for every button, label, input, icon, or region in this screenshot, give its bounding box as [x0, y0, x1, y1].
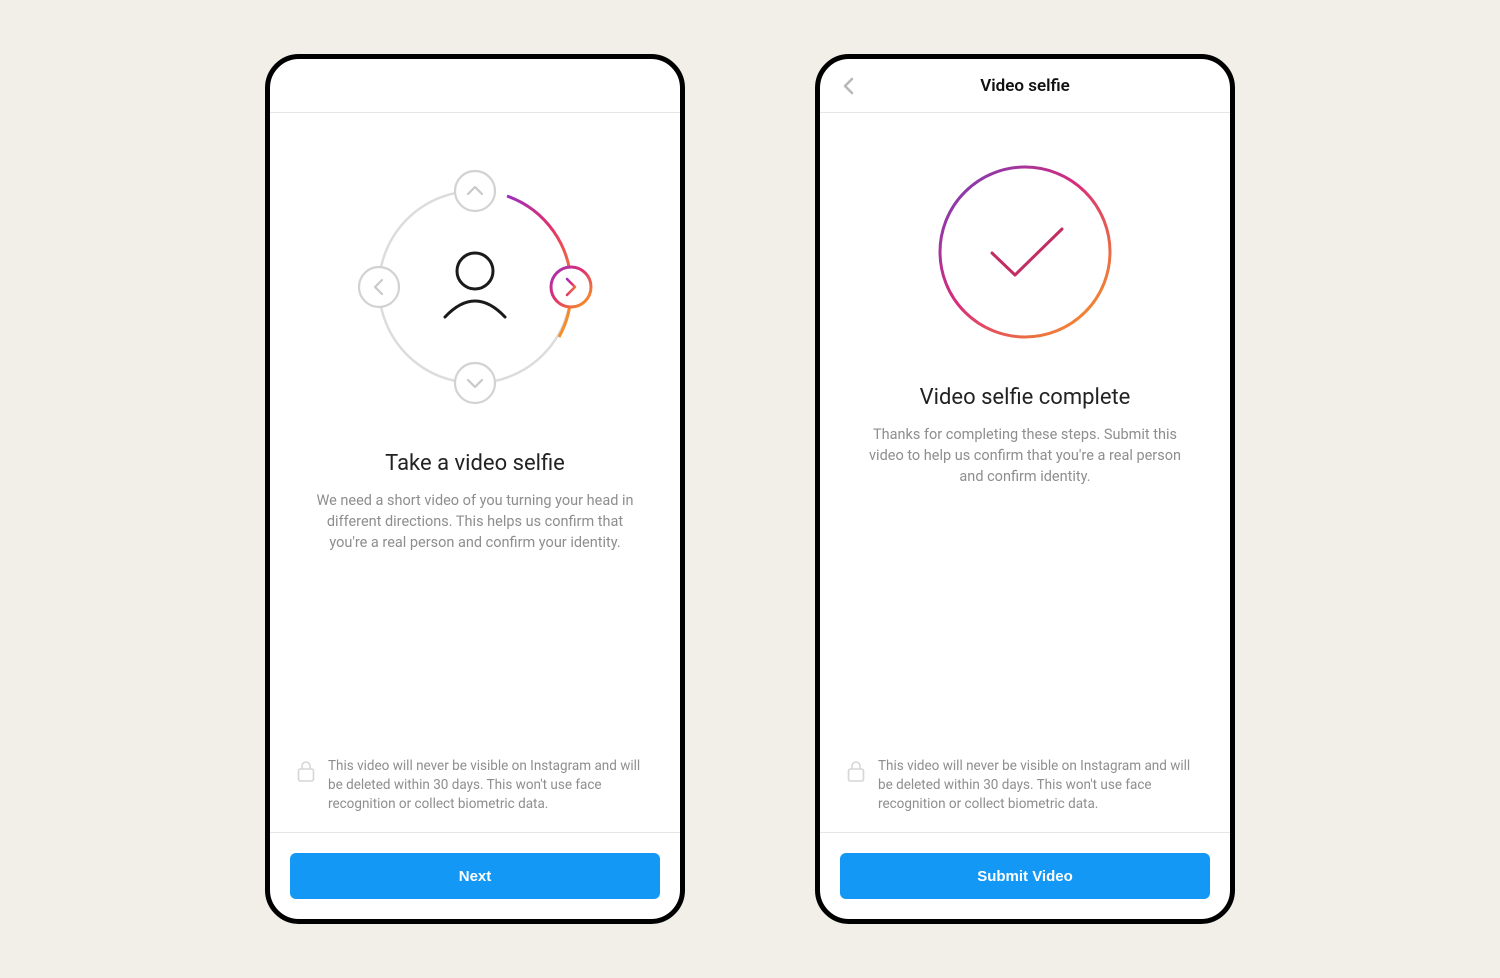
back-button[interactable]	[834, 71, 864, 101]
privacy-text: This video will never be visible on Inst…	[878, 757, 1204, 814]
header	[270, 59, 680, 113]
lock-icon	[846, 759, 866, 787]
header-title: Video selfie	[980, 76, 1070, 96]
title: Video selfie complete	[920, 385, 1131, 410]
chevron-left-icon	[840, 77, 858, 95]
description: Thanks for completing these steps. Submi…	[860, 424, 1190, 487]
footer: Next	[270, 839, 680, 919]
header: Video selfie	[820, 59, 1230, 113]
submit-video-button[interactable]: Submit Video	[840, 853, 1210, 899]
footer: Submit Video	[820, 839, 1230, 919]
complete-illustration	[930, 157, 1120, 351]
title: Take a video selfie	[385, 451, 565, 476]
next-button[interactable]: Next	[290, 853, 660, 899]
video-selfie-illustration	[355, 167, 595, 411]
lock-icon	[296, 759, 316, 787]
phone-right: Video selfie Video selfie complete Thank…	[815, 54, 1235, 924]
privacy-note: This video will never be visible on Inst…	[820, 757, 1230, 833]
description: We need a short video of you turning you…	[310, 490, 640, 553]
phone-left: Take a video selfie We need a short vide…	[265, 54, 685, 924]
privacy-note: This video will never be visible on Inst…	[270, 757, 680, 833]
privacy-text: This video will never be visible on Inst…	[328, 757, 654, 814]
